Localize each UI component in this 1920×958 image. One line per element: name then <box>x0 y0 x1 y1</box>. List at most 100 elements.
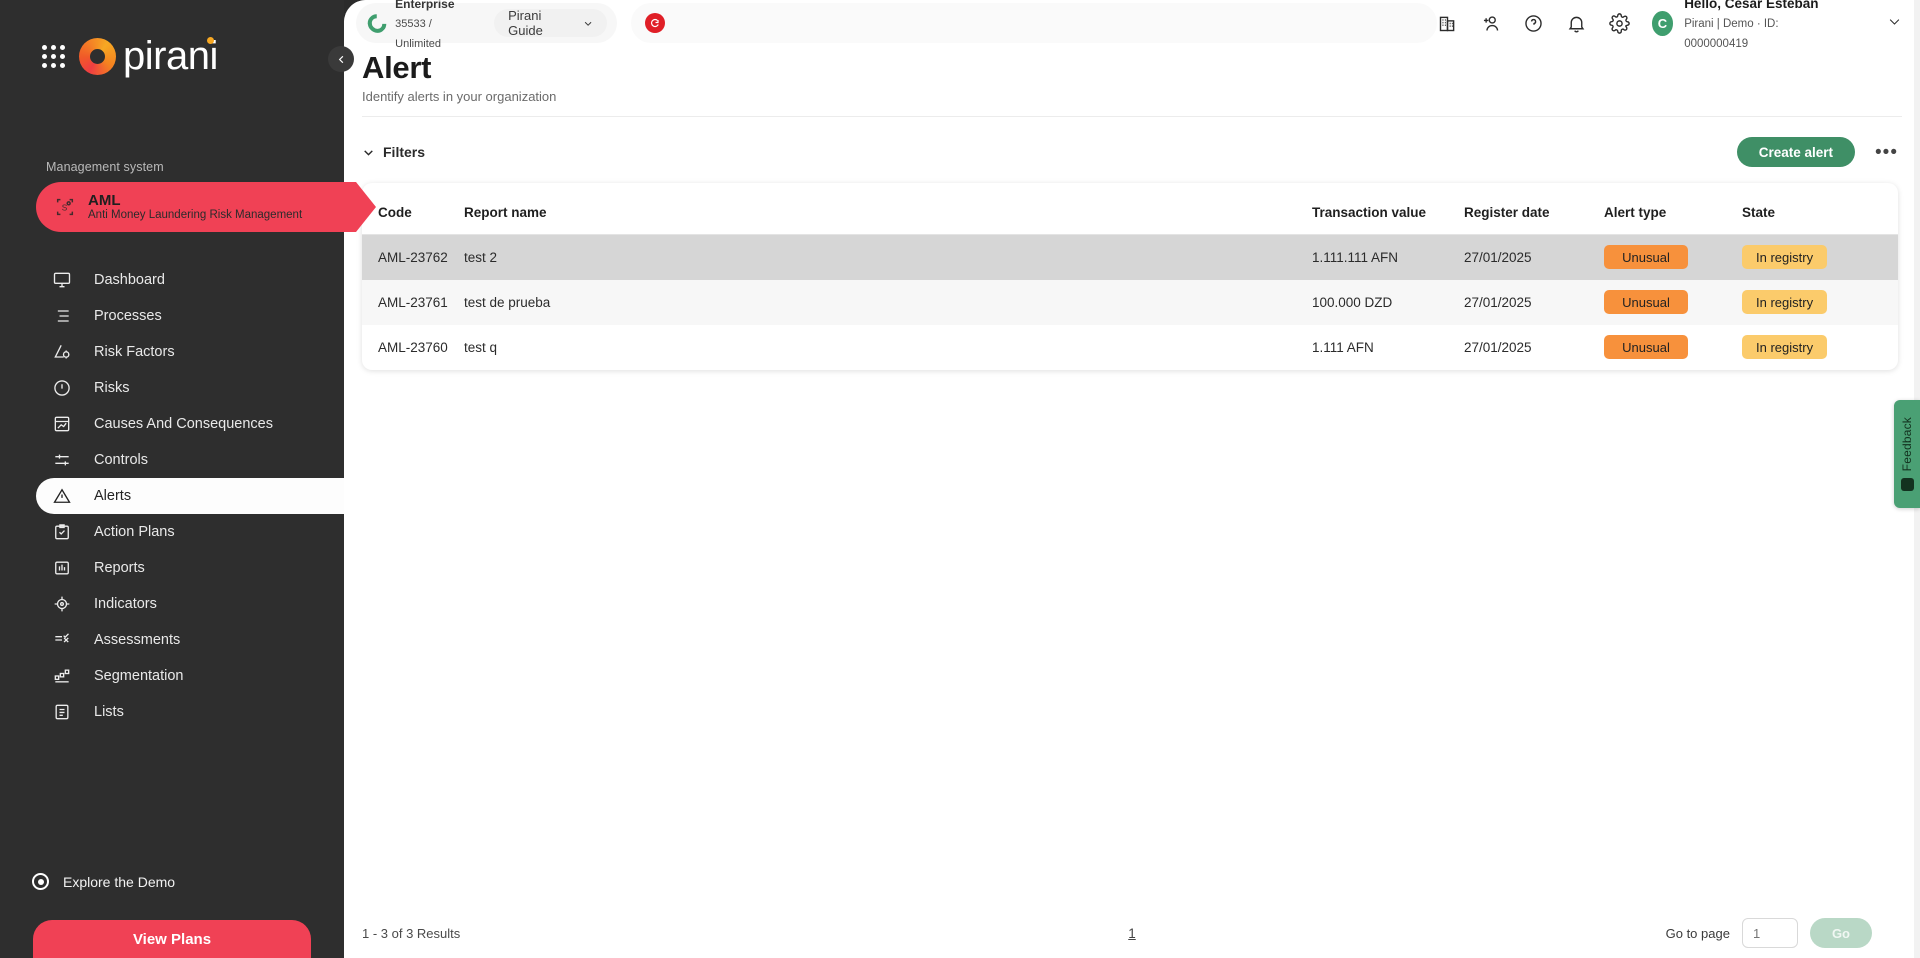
status-badge: Unusual <box>1604 245 1688 269</box>
cell-spacer <box>1044 280 1312 325</box>
cell-code: AML-23762 <box>362 235 464 280</box>
plan-pill: Enterprise 35533 / Unlimited Pirani Guid… <box>356 3 617 43</box>
sidebar-item-lists[interactable]: Lists <box>36 694 344 730</box>
status-badge: In registry <box>1742 290 1827 314</box>
cell-state: In registry <box>1742 280 1898 325</box>
assistant-icon[interactable] <box>645 13 665 33</box>
column-header-alert-type[interactable]: Alert type <box>1604 183 1742 235</box>
user-menu-chevron-down-icon[interactable] <box>1887 14 1902 32</box>
more-options-icon[interactable]: ••• <box>1875 143 1898 162</box>
column-header-register-date[interactable]: Register date <box>1464 183 1604 235</box>
page-subtitle: Identify alerts in your organization <box>362 89 1920 104</box>
sidebar-item-indicators[interactable]: Indicators <box>36 586 344 622</box>
cell-code: AML-23761 <box>362 280 464 325</box>
gear-icon[interactable] <box>1609 13 1630 34</box>
sidebar-item-label: Lists <box>94 704 124 720</box>
sidebar-item-label: Causes And Consequences <box>94 416 273 432</box>
pirani-guide-dropdown[interactable]: Pirani Guide <box>494 9 607 37</box>
plan-info[interactable]: Enterprise 35533 / Unlimited <box>368 0 494 52</box>
sidebar-item-reports[interactable]: Reports <box>36 550 344 586</box>
status-badge: Unusual <box>1604 335 1688 359</box>
management-system-subtitle: Anti Money Laundering Risk Management <box>88 209 302 222</box>
sidebar-item-label: Processes <box>94 308 162 324</box>
table-row[interactable]: AML-23762 test 2 1.111.111 AFN 27/01/202… <box>362 235 1898 280</box>
sidebar: pirani Management system S AML Anti Mone… <box>0 0 344 958</box>
cell-state: In registry <box>1742 235 1898 280</box>
app-root: pirani Management system S AML Anti Mone… <box>0 0 1920 958</box>
sidebar-item-processes[interactable]: Processes <box>36 298 344 334</box>
user-menu[interactable]: C Hello, Cesar Esteban Pirani | Demo · I… <box>1652 0 1823 52</box>
sidebar-item-risk-factors[interactable]: Risk Factors <box>36 334 344 370</box>
sidebar-item-label: Indicators <box>94 596 157 612</box>
go-button[interactable]: Go <box>1810 918 1872 948</box>
user-meta: Pirani | Demo · ID: 0000000419 <box>1684 18 1778 50</box>
help-circle-icon[interactable] <box>1523 13 1544 34</box>
feedback-label: Feedback <box>1900 417 1914 471</box>
sidebar-item-risks[interactable]: Risks <box>36 370 344 406</box>
table-row[interactable]: AML-23761 test de prueba 100.000 DZD 27/… <box>362 280 1898 325</box>
results-count: 1 - 3 of 3 Results <box>344 926 460 941</box>
building-icon[interactable] <box>1437 13 1458 34</box>
cell-report-name: test q <box>464 325 1044 370</box>
alert-circle-icon <box>52 378 72 398</box>
sidebar-item-segmentation[interactable]: Segmentation <box>36 658 344 694</box>
view-plans-button[interactable]: View Plans <box>33 920 311 958</box>
warning-triangle-icon <box>52 486 72 506</box>
app-grid-icon[interactable] <box>42 45 65 68</box>
chevron-down-icon <box>362 146 375 159</box>
sidebar-item-label: Action Plans <box>94 524 175 540</box>
goto-page-input[interactable] <box>1742 918 1798 948</box>
pirani-logo[interactable]: pirani <box>79 36 218 76</box>
alerts-table: Code Report name Transaction value Regis… <box>362 183 1898 370</box>
sidebar-item-label: Assessments <box>94 632 180 648</box>
status-badge: In registry <box>1742 335 1827 359</box>
main-content: Enterprise 35533 / Unlimited Pirani Guid… <box>344 0 1920 958</box>
cell-transaction-value: 1.111 AFN <box>1312 325 1464 370</box>
status-badge: Unusual <box>1604 290 1688 314</box>
target-icon <box>52 594 72 614</box>
bar-chart-icon <box>52 558 72 578</box>
add-user-icon[interactable] <box>1480 13 1501 34</box>
sidebar-item-controls[interactable]: Controls <box>36 442 344 478</box>
column-header-code[interactable]: Code <box>362 183 464 235</box>
table-row[interactable]: AML-23760 test q 1.111 AFN 27/01/2025 Un… <box>362 325 1898 370</box>
sidebar-collapse-button[interactable] <box>328 46 354 72</box>
sidebar-item-causes-and-consequences[interactable]: Causes And Consequences <box>36 406 344 442</box>
explore-demo-toggle[interactable]: Explore the Demo <box>0 873 344 890</box>
cell-transaction-value: 100.000 DZD <box>1312 280 1464 325</box>
sidebar-item-label: Segmentation <box>94 668 183 684</box>
brand-wordmark: pirani <box>123 36 218 76</box>
radio-icon <box>32 873 49 890</box>
risk-factor-icon <box>52 342 72 362</box>
cell-report-name: test de prueba <box>464 280 1044 325</box>
column-header-spacer <box>1044 183 1312 235</box>
page-header: Alert Identify alerts in your organizati… <box>344 46 1920 104</box>
management-system-card[interactable]: S AML Anti Money Laundering Risk Managem… <box>36 182 356 232</box>
global-search[interactable] <box>631 3 1437 43</box>
alerts-table-card: Code Report name Transaction value Regis… <box>362 183 1898 370</box>
filters-toggle[interactable]: Filters <box>362 144 425 160</box>
sidebar-item-action-plans[interactable]: Action Plans <box>36 514 344 550</box>
list-clipboard-icon <box>52 702 72 722</box>
assessment-icon <box>52 630 72 650</box>
flow-icon <box>52 414 72 434</box>
sidebar-item-label: Controls <box>94 452 148 468</box>
sidebar-item-assessments[interactable]: Assessments <box>36 622 344 658</box>
sidebar-item-dashboard[interactable]: Dashboard <box>36 262 344 298</box>
search-input[interactable] <box>675 3 1437 43</box>
sidebar-item-alerts[interactable]: Alerts <box>36 478 344 514</box>
plan-quota: 35533 / Unlimited <box>395 18 441 49</box>
page-number-link[interactable]: 1 <box>1128 926 1136 941</box>
column-header-report-name[interactable]: Report name <box>464 183 1044 235</box>
avatar: C <box>1652 11 1673 36</box>
create-alert-button[interactable]: Create alert <box>1737 137 1855 167</box>
cell-register-date: 27/01/2025 <box>1464 325 1604 370</box>
top-bar: Enterprise 35533 / Unlimited Pirani Guid… <box>344 0 1920 46</box>
sidebar-item-label: Dashboard <box>94 272 165 288</box>
feedback-tab[interactable]: Feedback <box>1894 400 1920 508</box>
goto-page-label: Go to page <box>1666 926 1730 941</box>
bell-icon[interactable] <box>1566 13 1587 34</box>
column-header-transaction-value[interactable]: Transaction value <box>1312 183 1464 235</box>
pirani-mark-icon <box>79 38 116 75</box>
column-header-state[interactable]: State <box>1742 183 1898 235</box>
